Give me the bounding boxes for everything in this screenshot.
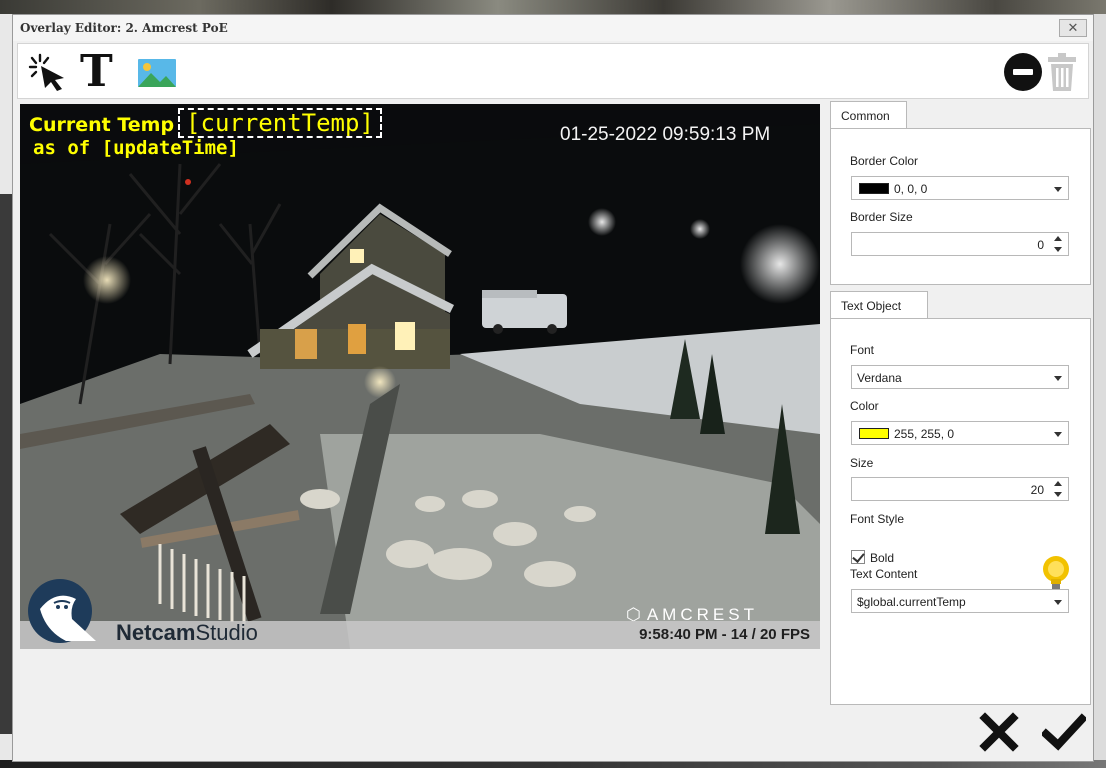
border-color-value: 0, 0, 0 bbox=[894, 182, 928, 196]
color-value: 255, 255, 0 bbox=[894, 427, 955, 441]
window-title: Overlay Editor: 2. Amcrest PoE bbox=[20, 21, 228, 35]
text-content-value: $global.currentTemp bbox=[857, 595, 966, 609]
overlay-editor-dialog: Overlay Editor: 2. Amcrest PoE ✕ T Curre… bbox=[12, 14, 1094, 762]
spinner-arrows-icon[interactable] bbox=[1054, 236, 1062, 252]
overlay-temp-placeholder[interactable]: [currentTemp] bbox=[178, 108, 382, 138]
border-size-value: 0 bbox=[1037, 238, 1044, 252]
border-color-swatch bbox=[859, 183, 889, 194]
desktop-background-right bbox=[1094, 14, 1106, 768]
border-color-label: Border Color bbox=[850, 154, 919, 168]
border-color-dropdown[interactable]: 0, 0, 0 bbox=[851, 176, 1069, 200]
title-bar: Overlay Editor: 2. Amcrest PoE ✕ bbox=[13, 15, 1093, 41]
size-value: 20 bbox=[1030, 483, 1044, 497]
chevron-down-icon[interactable] bbox=[1054, 187, 1062, 192]
bold-label[interactable]: Bold bbox=[870, 551, 894, 565]
overlay-update-time-text[interactable]: as of [updateTime] bbox=[33, 137, 239, 159]
chevron-down-icon[interactable] bbox=[1054, 600, 1062, 605]
text-color-swatch bbox=[859, 428, 889, 439]
cursor-select-icon[interactable] bbox=[28, 52, 70, 92]
camera-night-scene bbox=[20, 104, 820, 649]
trash-icon[interactable] bbox=[1048, 52, 1076, 92]
size-stepper[interactable]: 20 bbox=[851, 477, 1069, 501]
camera-timestamp: 01-25-2022 09:59:13 PM bbox=[560, 124, 771, 145]
text-object-properties-panel: Font Verdana Color 255, 255, 0 Size 20 F… bbox=[830, 318, 1091, 705]
spinner-arrows-icon[interactable] bbox=[1054, 481, 1062, 497]
font-value: Verdana bbox=[857, 371, 902, 385]
brand-rest-part: Studio bbox=[195, 620, 258, 645]
overlay-temperature-text[interactable]: Current Temp [currentTemp] bbox=[29, 108, 382, 138]
font-style-label: Font Style bbox=[850, 512, 905, 526]
size-label: Size bbox=[850, 456, 874, 470]
checkmark-icon[interactable] bbox=[1040, 712, 1088, 752]
border-size-stepper[interactable]: 0 bbox=[851, 232, 1069, 256]
overlay-temp-label: Current Temp bbox=[29, 114, 175, 136]
camera-preview[interactable]: Current Temp [currentTemp] as of [updateT… bbox=[20, 104, 820, 649]
minus-circle-icon[interactable] bbox=[1004, 53, 1042, 91]
font-label: Font bbox=[850, 343, 875, 357]
x-cancel-icon[interactable] bbox=[979, 712, 1019, 752]
chevron-down-icon[interactable] bbox=[1054, 376, 1062, 381]
chevron-down-icon[interactable] bbox=[1054, 432, 1062, 437]
text-tool-icon[interactable]: T bbox=[80, 50, 120, 94]
font-dropdown[interactable]: Verdana bbox=[851, 365, 1069, 389]
brand-bold-part: Netcam bbox=[116, 620, 196, 645]
color-label: Color bbox=[850, 399, 879, 413]
image-tool-icon[interactable] bbox=[136, 52, 178, 92]
text-content-dropdown[interactable]: $global.currentTemp bbox=[851, 589, 1069, 613]
toolbar: T bbox=[17, 43, 1089, 99]
tab-text-object[interactable]: Text Object bbox=[830, 291, 928, 319]
fps-status: 9:58:40 PM - 14 / 20 FPS bbox=[639, 626, 810, 643]
close-button[interactable]: ✕ bbox=[1059, 19, 1087, 37]
common-properties-panel: Border Color 0, 0, 0 Border Size 0 bbox=[830, 128, 1091, 285]
netcamstudio-logo-icon bbox=[26, 571, 102, 647]
netcamstudio-brand: NetcamStudio bbox=[116, 620, 258, 646]
desktop-background-top bbox=[0, 0, 1106, 14]
tab-common[interactable]: Common bbox=[830, 101, 907, 129]
border-size-label: Border Size bbox=[850, 210, 913, 224]
bold-checkbox[interactable] bbox=[851, 550, 865, 564]
text-content-label: Text Content bbox=[850, 567, 918, 581]
color-dropdown[interactable]: 255, 255, 0 bbox=[851, 421, 1069, 445]
